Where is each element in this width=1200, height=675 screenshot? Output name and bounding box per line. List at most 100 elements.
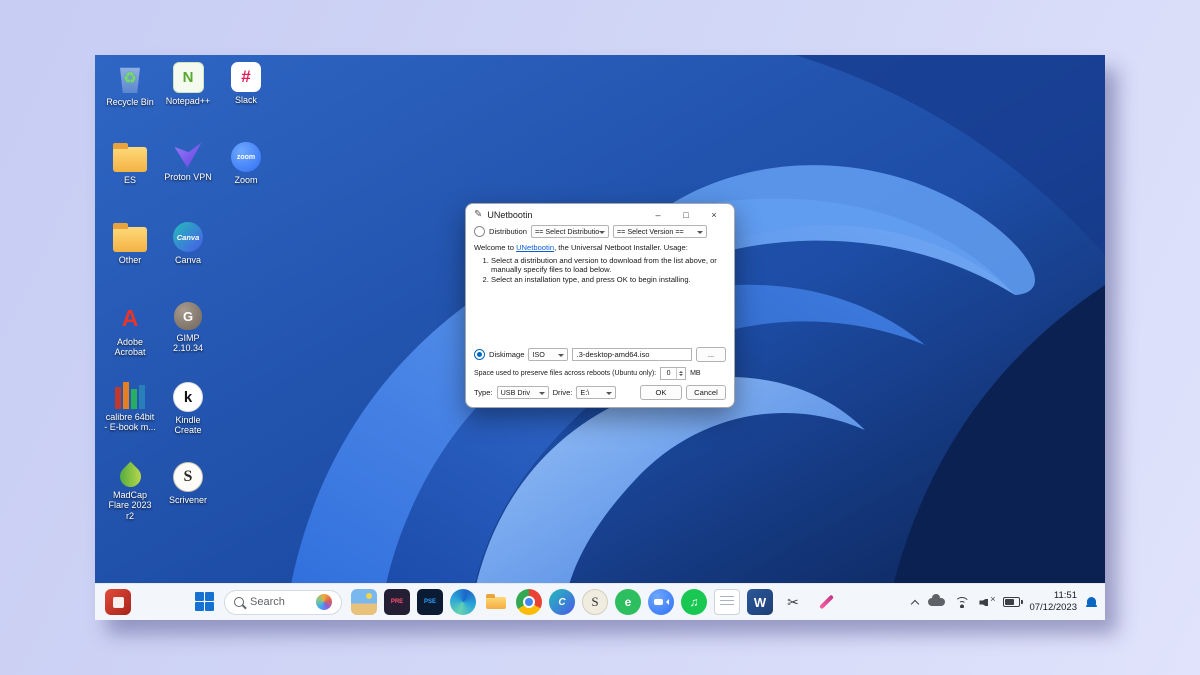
diskimage-radio-label: Diskimage (489, 350, 524, 359)
evernote-icon[interactable]: e (615, 589, 641, 615)
onedrive-cloud-icon[interactable] (928, 598, 945, 606)
wifi-icon[interactable] (954, 597, 970, 608)
desktop-icon-canva[interactable]: CanvaCanva (159, 219, 217, 299)
search-label: Search (250, 596, 285, 608)
desktop-icon-label: Kindle Create (162, 415, 214, 436)
distribution-radio[interactable] (474, 226, 485, 237)
battery-icon[interactable] (1003, 597, 1020, 607)
start-button[interactable] (195, 592, 215, 612)
desktop-icon-label: Scrivener (169, 495, 207, 505)
window-body: Distribution == Select Distributio == Se… (466, 225, 734, 407)
word-icon[interactable]: W (747, 589, 773, 615)
version-select[interactable]: == Select Version == (613, 225, 707, 238)
system-tray: 11:51 07/12/2023 (911, 584, 1097, 620)
desktop-icon-adobe-acrobat[interactable]: A Adobe Acrobat (101, 299, 159, 379)
desktop-icon-label: Slack (235, 95, 257, 105)
cancel-button[interactable]: Cancel (686, 385, 726, 400)
photos-icon[interactable] (351, 589, 377, 615)
desktop-icon-label: Canva (175, 255, 201, 265)
desktop-icon-label: Recycle Bin (106, 97, 154, 107)
desktop-icon-label: Other (119, 255, 142, 265)
desktop-icon-calibre[interactable]: calibre 64bit - E-book m... (101, 379, 159, 459)
chrome-icon[interactable] (516, 589, 542, 615)
corner-app-icon[interactable] (105, 589, 131, 615)
window-titlebar[interactable]: ✎ UNetbootin – □ × (466, 204, 734, 225)
snipping-tool-icon[interactable]: ✂ (780, 589, 806, 615)
distribution-select[interactable]: == Select Distributio (531, 225, 609, 238)
desktop-icon-recycle-bin[interactable]: ♻ Recycle Bin (101, 59, 159, 139)
recycle-bin-icon: ♻ (114, 62, 146, 94)
image-type-select[interactable]: ISO (528, 348, 568, 361)
distribution-row: Distribution == Select Distributio == Se… (474, 225, 726, 238)
gimp-icon: G (174, 302, 202, 330)
desktop-icon-gimp[interactable]: GGIMP 2.10.34 (159, 299, 217, 379)
unetbootin-link[interactable]: UNetbootin (516, 243, 554, 252)
window-title: UNetbootin (487, 210, 532, 220)
desktop-icon-madcap-flare[interactable]: MadCap Flare 2023 r2 (101, 459, 159, 539)
desktop-icon-label: Notepad++ (166, 96, 211, 106)
browse-button[interactable]: ... (696, 347, 726, 362)
diskimage-radio[interactable] (474, 349, 485, 360)
spotify-icon[interactable]: ♫ (681, 589, 707, 615)
space-value: 0 (661, 368, 676, 379)
edge-icon[interactable] (450, 589, 476, 615)
spin-arrows[interactable] (676, 368, 685, 379)
file-explorer-icon[interactable] (483, 589, 509, 615)
welcome-text: Welcome to UNetbootin, the Universal Net… (474, 243, 726, 252)
space-spinbox[interactable]: 0 (660, 367, 686, 380)
photoshop-elements-icon[interactable]: PSE (417, 589, 443, 615)
pen-icon[interactable] (813, 589, 839, 615)
image-type-select-value: ISO (532, 350, 544, 359)
desktop-icon-scrivener[interactable]: SScrivener (159, 459, 217, 539)
slack-icon: # (231, 62, 261, 92)
desktop-icon-es-folder[interactable]: ES (101, 139, 159, 219)
drive-label: Drive: (553, 388, 573, 397)
tray-icons (911, 597, 1020, 608)
usage-step-2: Select an installation type, and press O… (491, 275, 726, 284)
scrivener-icon[interactable]: S (582, 589, 608, 615)
minimize-button[interactable]: – (646, 207, 670, 222)
desktop-icon-proton-vpn[interactable]: Proton VPN (159, 139, 217, 219)
notification-bell-icon[interactable] (1086, 597, 1097, 608)
maximize-button[interactable]: □ (674, 207, 698, 222)
adobe-acrobat-icon: A (114, 302, 146, 334)
desktop-icon-slack[interactable]: # Slack (217, 59, 275, 139)
unetbootin-app-icon: ✎ (474, 210, 482, 220)
search-box[interactable]: Search (224, 590, 342, 615)
desktop-icon-notepad-plus-plus[interactable]: NNotepad++ (159, 59, 217, 139)
space-label: Space used to preserve files across rebo… (474, 370, 656, 377)
diskimage-row: Diskimage ISO .3-desktop-amd64.iso ... (474, 347, 726, 362)
tray-date: 07/12/2023 (1029, 602, 1077, 614)
other-folder-icon (113, 227, 147, 252)
tray-chevron-up-icon[interactable] (911, 598, 919, 606)
desktop-icon-label: calibre 64bit - E-book m... (104, 412, 156, 433)
drive-select-value: E:\ (580, 388, 589, 397)
desktop-icon-other-folder[interactable]: Other (101, 219, 159, 299)
desktop-icon-label: Adobe Acrobat (104, 337, 156, 358)
volume-muted-icon[interactable] (979, 597, 994, 607)
ok-button[interactable]: OK (640, 385, 682, 400)
close-button[interactable]: × (702, 207, 726, 222)
type-select[interactable]: USB Driv (497, 386, 549, 399)
target-row: Type: USB Driv Drive: E:\ OK Cancel (474, 385, 726, 400)
usage-steps: Select a distribution and version to dow… (474, 255, 726, 284)
type-label: Type: (474, 388, 493, 397)
taskbar-clock[interactable]: 11:51 07/12/2023 (1029, 590, 1077, 614)
desktop: ♻ Recycle Bin ES Other A Adobe Acrobat calibre… (95, 55, 1105, 620)
taskbar-apps: PRE PSE CSe ♫ W ✂ (351, 589, 839, 615)
distribution-radio-label: Distribution (489, 227, 527, 236)
version-select-value: == Select Version == (617, 227, 684, 236)
drive-select[interactable]: E:\ (576, 386, 616, 399)
desktop-icon-kindle-create[interactable]: kKindle Create (159, 379, 217, 459)
taskbar: Search PRE PSE CSe ♫ W ✂ 11:51 07/12/2023 (95, 583, 1105, 620)
premiere-elements-icon[interactable]: PRE (384, 589, 410, 615)
iso-path-input[interactable]: .3-desktop-amd64.iso (572, 348, 692, 361)
desktop-icon-grid: ♻ Recycle Bin ES Other A Adobe Acrobat calibre… (101, 59, 275, 539)
type-select-value: USB Driv (501, 388, 531, 397)
canva-icon[interactable]: C (549, 589, 575, 615)
notepad-icon[interactable] (714, 589, 740, 615)
es-folder-icon (113, 147, 147, 172)
zoom-icon: zoom (231, 142, 261, 172)
desktop-icon-zoom[interactable]: zoomZoom (217, 139, 275, 219)
zoom-icon[interactable] (648, 589, 674, 615)
